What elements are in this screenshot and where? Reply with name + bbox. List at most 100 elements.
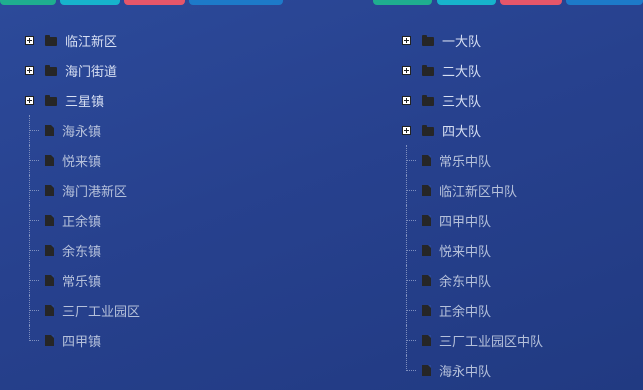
tree-leaf-node[interactable]: 海门港新区 <box>24 175 140 205</box>
file-icon <box>45 154 54 166</box>
tree-connector <box>407 250 416 251</box>
tree-connector <box>407 310 416 311</box>
tab-teal-right[interactable] <box>373 0 432 5</box>
tree-leaf-node[interactable]: 四甲镇 <box>24 325 140 355</box>
file-icon <box>45 274 54 286</box>
file-icon <box>422 154 431 166</box>
tree-node-label[interactable]: 四甲镇 <box>62 331 101 350</box>
tree-node-label[interactable]: 悦来中队 <box>439 241 491 260</box>
tree-connector <box>406 355 407 371</box>
tab-teal-left[interactable] <box>0 0 56 5</box>
tree-leaf-node[interactable]: 临江新区中队 <box>401 175 543 205</box>
expand-icon[interactable] <box>25 65 34 75</box>
tree-connector <box>30 340 39 341</box>
tree-leaf-node[interactable]: 悦来中队 <box>401 235 543 265</box>
tab-blue-right[interactable] <box>566 0 643 5</box>
tree-node-label[interactable]: 海永中队 <box>439 361 491 380</box>
tree-connector <box>30 130 39 131</box>
tree-node-label[interactable]: 三厂工业园区中队 <box>439 331 543 350</box>
right-tree: 一大队 二大队 三大队 四大队 常乐中队 临江新区中队 四甲中队 悦来中队 余东… <box>401 25 543 385</box>
tree-leaf-node[interactable]: 常乐镇 <box>24 265 140 295</box>
tree-folder-node[interactable]: 三星镇 <box>24 85 140 115</box>
tree-leaf-node[interactable]: 常乐中队 <box>401 145 543 175</box>
folder-icon <box>422 94 434 106</box>
tree-folder-node[interactable]: 一大队 <box>401 25 543 55</box>
expand-icon[interactable] <box>402 125 411 135</box>
tree-connector <box>407 160 416 161</box>
file-icon <box>45 244 54 256</box>
tree-connector <box>407 340 416 341</box>
tree-node-label[interactable]: 一大队 <box>442 31 481 50</box>
file-icon <box>422 214 431 226</box>
expand-icon[interactable] <box>402 95 411 105</box>
tree-leaf-node[interactable]: 余东镇 <box>24 235 140 265</box>
tree-folder-node[interactable]: 四大队 <box>401 115 543 145</box>
tree-folder-node[interactable]: 二大队 <box>401 55 543 85</box>
tree-node-label[interactable]: 三厂工业园区 <box>62 301 140 320</box>
tree-node-label[interactable]: 正余镇 <box>62 211 101 230</box>
tree-connector <box>30 310 39 311</box>
tree-node-label[interactable]: 海门港新区 <box>62 181 127 200</box>
expand-icon[interactable] <box>25 95 34 105</box>
expand-icon[interactable] <box>402 65 411 75</box>
file-icon <box>422 274 431 286</box>
tree-node-label[interactable]: 临江新区 <box>65 31 117 50</box>
tree-node-label[interactable]: 四大队 <box>442 121 481 140</box>
tree-node-label[interactable]: 海门街道 <box>65 61 117 80</box>
tree-leaf-node[interactable]: 海永镇 <box>24 115 140 145</box>
folder-icon <box>45 94 57 106</box>
tab-red-left[interactable] <box>124 0 185 5</box>
file-icon <box>45 304 54 316</box>
tree-connector <box>407 370 416 371</box>
tree-connector <box>29 325 30 341</box>
folder-icon <box>45 64 57 76</box>
left-tree: 临江新区 海门街道 三星镇 海永镇 悦来镇 海门港新区 正余镇 余东镇 常乐镇 … <box>24 25 140 355</box>
file-icon <box>45 184 54 196</box>
tree-node-label[interactable]: 四甲中队 <box>439 211 491 230</box>
tree-node-label[interactable]: 常乐镇 <box>62 271 101 290</box>
tab-red-right[interactable] <box>500 0 562 5</box>
file-icon <box>45 214 54 226</box>
tree-connector <box>407 190 416 191</box>
tree-node-label[interactable]: 二大队 <box>442 61 481 80</box>
tree-connector <box>30 250 39 251</box>
file-icon <box>422 184 431 196</box>
tree-leaf-node[interactable]: 三厂工业园区 <box>24 295 140 325</box>
tree-node-label[interactable]: 余东镇 <box>62 241 101 260</box>
file-icon <box>422 304 431 316</box>
file-icon <box>422 364 431 376</box>
tree-leaf-node[interactable]: 四甲中队 <box>401 205 543 235</box>
tree-connector <box>30 220 39 221</box>
expand-icon[interactable] <box>402 35 411 45</box>
tree-node-label[interactable]: 三大队 <box>442 91 481 110</box>
tree-folder-node[interactable]: 海门街道 <box>24 55 140 85</box>
tree-node-label[interactable]: 临江新区中队 <box>439 181 517 200</box>
folder-icon <box>422 64 434 76</box>
tree-node-label[interactable]: 三星镇 <box>65 91 104 110</box>
folder-icon <box>45 34 57 46</box>
tab-cyan-left[interactable] <box>60 0 120 5</box>
expand-icon[interactable] <box>25 35 34 45</box>
tree-connector <box>407 280 416 281</box>
folder-icon <box>422 124 434 136</box>
tree-node-label[interactable]: 悦来镇 <box>62 151 101 170</box>
tree-node-label[interactable]: 海永镇 <box>62 121 101 140</box>
tree-folder-node[interactable]: 三大队 <box>401 85 543 115</box>
tree-node-label[interactable]: 正余中队 <box>439 301 491 320</box>
tree-connector <box>30 160 39 161</box>
tab-blue-left[interactable] <box>189 0 283 5</box>
tree-leaf-node[interactable]: 三厂工业园区中队 <box>401 325 543 355</box>
tree-leaf-node[interactable]: 正余中队 <box>401 295 543 325</box>
tab-cyan-right[interactable] <box>437 0 496 5</box>
tree-leaf-node[interactable]: 余东中队 <box>401 265 543 295</box>
tree-leaf-node[interactable]: 悦来镇 <box>24 145 140 175</box>
tree-node-label[interactable]: 常乐中队 <box>439 151 491 170</box>
tree-folder-node[interactable]: 临江新区 <box>24 25 140 55</box>
file-icon <box>422 244 431 256</box>
tree-leaf-node[interactable]: 海永中队 <box>401 355 543 385</box>
file-icon <box>45 334 54 346</box>
tree-leaf-node[interactable]: 正余镇 <box>24 205 140 235</box>
file-icon <box>422 334 431 346</box>
tree-connector <box>30 280 39 281</box>
tree-node-label[interactable]: 余东中队 <box>439 271 491 290</box>
